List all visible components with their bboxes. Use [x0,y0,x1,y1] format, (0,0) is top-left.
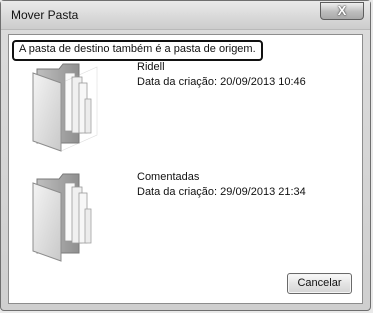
close-button[interactable]: X [320,2,364,20]
folder-name: Ridell [137,61,165,73]
move-folder-dialog: Mover Pasta X A pasta de destino também … [0,0,371,311]
cancel-button[interactable]: Cancelar [287,273,352,294]
folder-item-destination[interactable]: Comentadas Data da criação: 29/09/2013 2… [27,171,347,262]
close-icon: X [337,3,347,18]
dialog-content: A pasta de destino também é a pasta de o… [8,34,363,304]
folder-icon [32,63,98,152]
conflict-message: A pasta de destino também é a pasta de o… [12,40,263,61]
creation-date: Data da criação: 29/09/2013 21:34 [137,186,306,198]
folder-item-source[interactable]: Ridell Data da criação: 20/09/2013 10:46 [27,61,347,152]
folder-icon [32,173,92,262]
title-bar[interactable]: Mover Pasta X [1,1,370,30]
folder-name: Comentadas [137,171,200,183]
dialog-title: Mover Pasta [11,8,79,22]
creation-date: Data da criação: 20/09/2013 10:46 [137,76,306,88]
